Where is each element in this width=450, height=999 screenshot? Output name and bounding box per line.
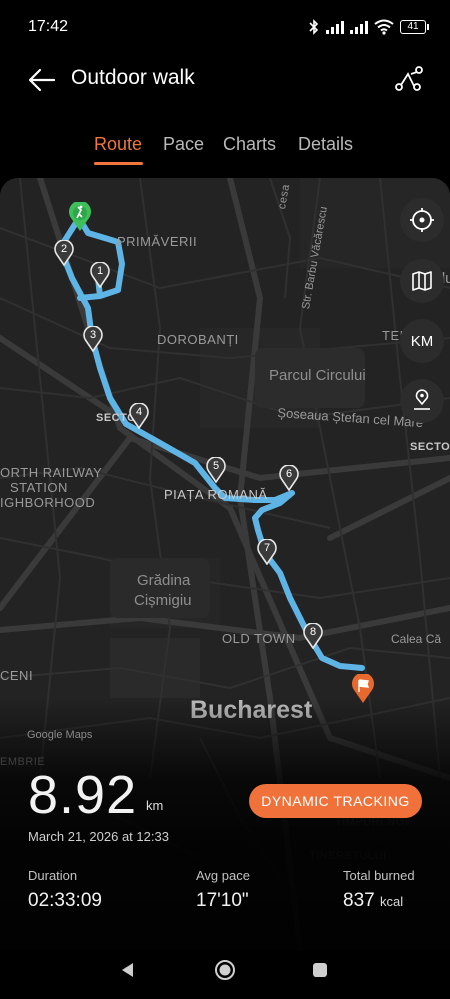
km-marker-2[interactable]: 2 — [54, 240, 74, 266]
km-marker-label: 8 — [309, 626, 317, 638]
km-marker-label: 4 — [135, 406, 143, 418]
km-marker-5[interactable]: 5 — [206, 457, 226, 483]
nav-recents-icon[interactable] — [311, 961, 329, 979]
start-marker-icon[interactable] — [68, 202, 92, 232]
app-header: Outdoor walk — [0, 54, 450, 106]
status-time: 17:42 — [28, 18, 69, 35]
map-type-button[interactable] — [400, 259, 444, 303]
km-marker-label: 2 — [60, 243, 68, 255]
km-marker-7[interactable]: 7 — [257, 539, 277, 565]
signal-2-icon — [350, 20, 368, 34]
total-burned-label: Total burned — [343, 868, 415, 883]
map-label-gradina: Grădina — [137, 572, 191, 589]
map-icon — [412, 271, 432, 291]
wifi-icon — [374, 19, 394, 35]
tab-route[interactable]: Route — [94, 134, 142, 155]
status-bar: 17:42 41 — [0, 0, 450, 54]
active-tab-indicator — [94, 162, 143, 165]
tab-pace[interactable]: Pace — [163, 134, 204, 155]
back-arrow-icon[interactable] — [26, 64, 58, 96]
map-label-primaverii: PRIMĂVERII — [117, 234, 198, 249]
map-label-tineretului: TINERETULUI — [309, 850, 387, 862]
route-map[interactable]: PRIMĂVERII DOROBANȚI Parcul Circului Șos… — [0, 178, 450, 950]
crosshair-icon — [410, 208, 434, 232]
avg-pace-value: 17'10" — [196, 890, 249, 911]
km-marker-1[interactable]: 1 — [90, 262, 110, 288]
map-label-piata-romana: PIAȚA ROMANĂ — [164, 487, 268, 502]
total-distance: 8.92 — [28, 765, 138, 825]
bluetooth-icon — [309, 19, 319, 35]
duration-value: 02:33:09 — [28, 890, 102, 911]
map-label-calea: Calea Că — [391, 632, 442, 646]
map-label-old-town: OLD TOWN — [222, 631, 296, 646]
map-label-railway-1: ORTH RAILWAY — [0, 465, 103, 480]
tab-bar: Route Pace Charts Details — [0, 128, 450, 168]
km-marker-label: 6 — [285, 468, 293, 480]
km-marker-6[interactable]: 6 — [279, 465, 299, 491]
map-label-railway-3: IGHBORHOOD — [0, 495, 96, 510]
map-label-railway-2: STATION — [10, 480, 68, 495]
location-pin-route-icon — [414, 389, 430, 410]
signal-1-icon — [326, 20, 344, 34]
km-marker-4[interactable]: 4 — [129, 403, 149, 429]
google-maps-attribution: Google Maps — [27, 729, 93, 741]
km-marker-3[interactable]: 3 — [83, 326, 103, 352]
system-nav-bar — [0, 950, 450, 999]
route-share-icon[interactable] — [394, 64, 424, 94]
tab-charts[interactable]: Charts — [223, 134, 276, 155]
map-label-bucharest: Bucharest — [190, 696, 313, 724]
km-marker-label: 1 — [96, 265, 104, 277]
km-marker-label: 7 — [263, 542, 271, 554]
distance-unit: km — [146, 798, 164, 813]
route-playback-button[interactable] — [400, 379, 444, 423]
map-label-ceni: CENI — [0, 668, 34, 683]
map-label-dorobanti: DOROBANȚI — [157, 332, 239, 347]
dynamic-tracking-button[interactable]: DYNAMIC TRACKING — [249, 784, 422, 818]
km-marker-label: 5 — [212, 460, 220, 472]
total-burned-number: 837 — [343, 890, 375, 911]
avg-pace-label: Avg pace — [196, 868, 250, 883]
recenter-button[interactable] — [400, 198, 444, 242]
total-burned-value: 837 kcal — [343, 890, 403, 912]
nav-back-icon[interactable] — [118, 960, 138, 980]
tab-details[interactable]: Details — [298, 134, 353, 155]
map-label-cismigiu: Cișmigiu — [134, 592, 192, 609]
end-flag-marker-icon[interactable] — [351, 674, 375, 704]
km-marker-label: 3 — [89, 329, 97, 341]
workout-date: March 21, 2026 at 12:33 — [28, 829, 169, 844]
page-title: Outdoor walk — [71, 66, 195, 89]
battery-icon: 41 — [400, 20, 429, 34]
map-label-parcul-circului: Parcul Circului — [269, 367, 366, 384]
km-marker-8[interactable]: 8 — [303, 623, 323, 649]
units-toggle-button[interactable]: KM — [400, 319, 444, 363]
map-label-sector-right: SECTO — [410, 441, 450, 453]
duration-label: Duration — [28, 868, 78, 883]
status-icons: 41 — [308, 17, 429, 37]
total-burned-unit: kcal — [379, 894, 404, 909]
nav-home-icon[interactable] — [213, 958, 237, 982]
